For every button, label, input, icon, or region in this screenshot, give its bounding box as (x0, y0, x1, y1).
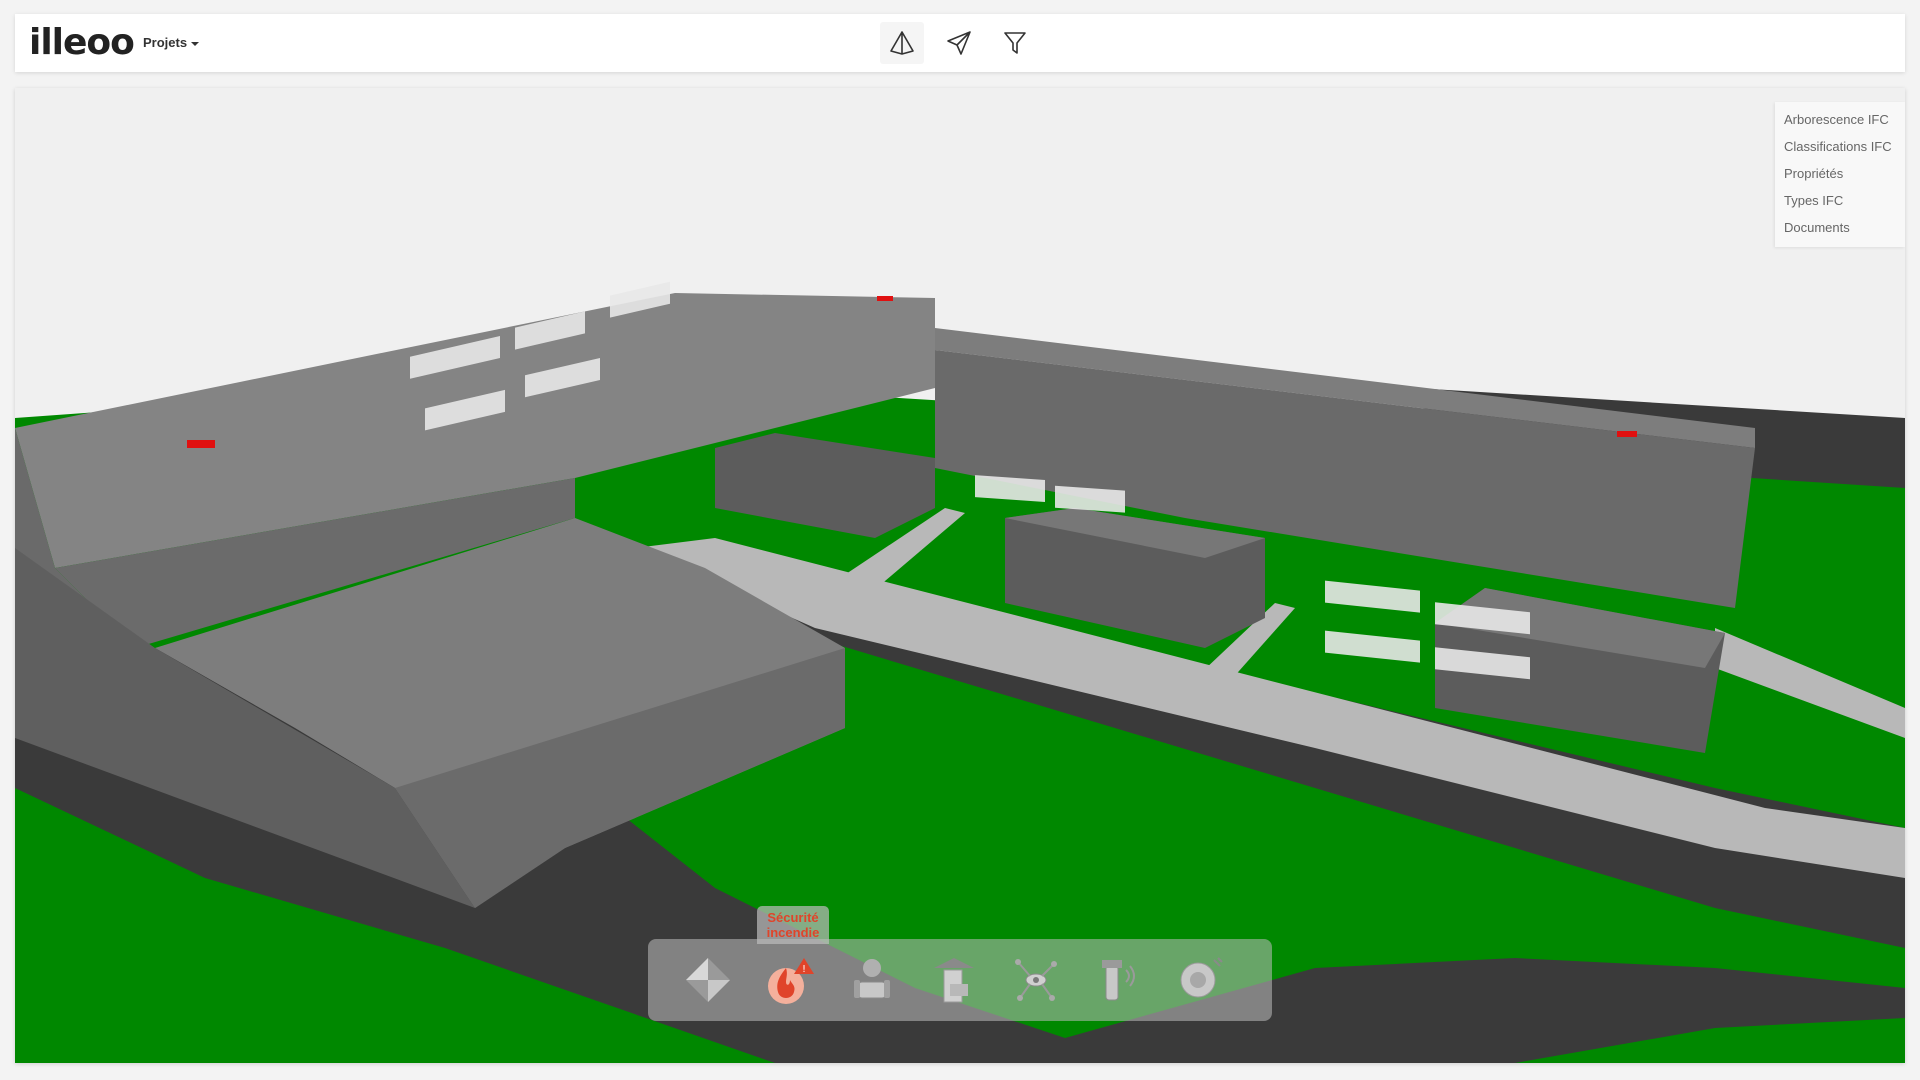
acoustics-button[interactable] (1169, 949, 1231, 1011)
logo[interactable]: illeoo (29, 22, 135, 63)
panel-item-ifc-tree[interactable]: Arborescence IFC (1775, 106, 1905, 133)
panel-item-documents[interactable]: Documents (1775, 214, 1905, 241)
fire-safety-button[interactable]: ! (759, 949, 821, 1011)
network-eye-icon (1015, 959, 1057, 1001)
panel-item-ifc-classifications[interactable]: Classifications IFC (1775, 133, 1905, 160)
plumbing-button[interactable] (1087, 949, 1149, 1011)
building-model-scene[interactable] (15, 88, 1905, 1063)
fire-alert-icon: ! (768, 958, 814, 1004)
paper-plane-icon (947, 31, 971, 55)
network-button[interactable] (1005, 949, 1067, 1011)
panel-item-properties[interactable]: Propriétés (1775, 160, 1905, 187)
top-bar: illeoo Projets (15, 14, 1905, 72)
fan-armchair-icon (854, 959, 890, 999)
pipe-wireless-icon (1102, 960, 1135, 1001)
ventilation-comfort-button[interactable] (841, 949, 903, 1011)
send-button[interactable] (937, 22, 981, 64)
architecture-button[interactable] (677, 949, 739, 1011)
projects-label: Projets (143, 35, 188, 50)
ceiling-panel-icon (934, 958, 974, 1003)
electrical-button[interactable] (923, 949, 985, 1011)
filter-button[interactable] (993, 22, 1037, 64)
filter-icon (1004, 32, 1026, 54)
discipline-dock: ! (648, 939, 1272, 1021)
chevron-down-icon (191, 41, 200, 46)
speaker-icon (1180, 957, 1223, 998)
panel-item-ifc-types[interactable]: Types IFC (1775, 187, 1905, 214)
svg-text:!: ! (802, 964, 806, 975)
view-3d-button[interactable] (880, 22, 924, 64)
3d-viewer[interactable]: Arborescence IFC Classifications IFC Pro… (15, 88, 1905, 1063)
projects-menu[interactable]: Projets (143, 35, 200, 50)
diamond-structure-icon (686, 958, 730, 1002)
ifc-panel: Arborescence IFC Classifications IFC Pro… (1775, 102, 1905, 247)
pyramid-icon (890, 31, 914, 55)
